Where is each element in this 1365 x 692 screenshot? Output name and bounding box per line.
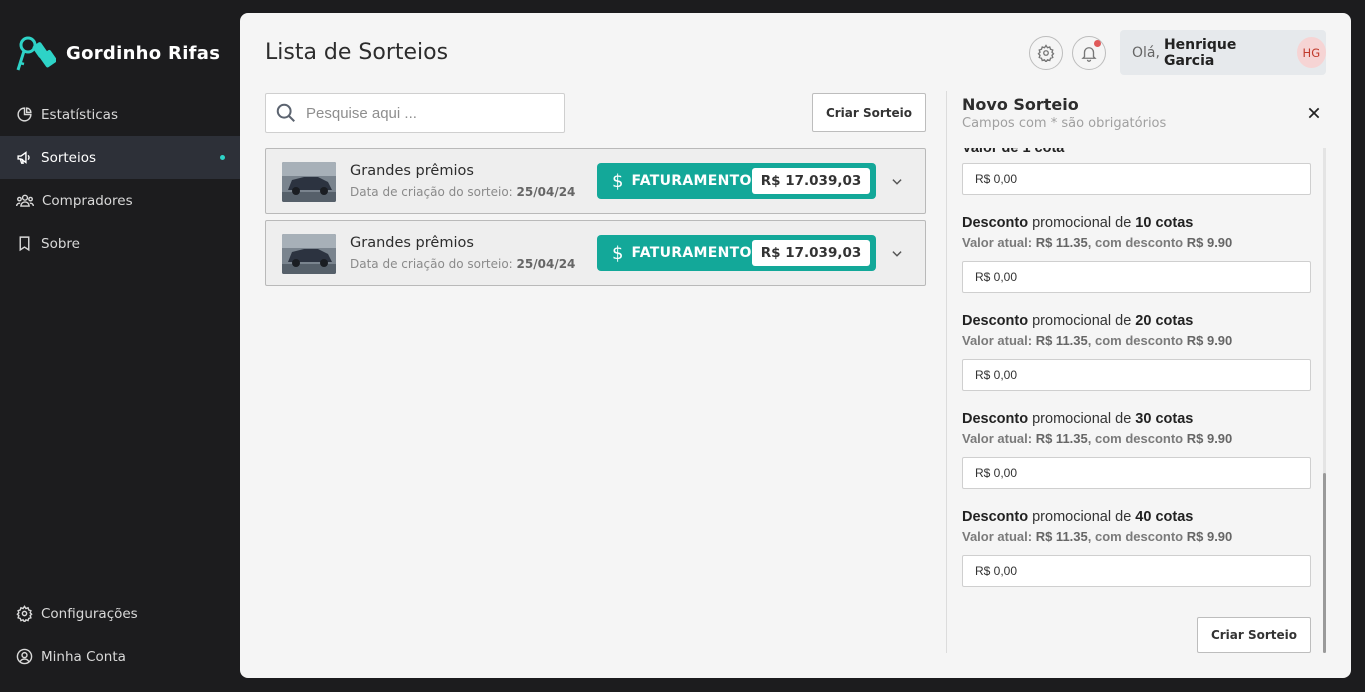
dollar-icon: $ — [612, 170, 624, 192]
header-actions: Olá, Henrique Garcia HG — [1029, 30, 1326, 75]
gear-icon — [16, 605, 33, 622]
sidebar-item-configuracoes[interactable]: Configurações — [0, 592, 240, 635]
sidebar-item-estatisticas[interactable]: Estatísticas — [0, 93, 240, 136]
discount-hint: Valor atual: R$ 11.35, com desconto R$ 9… — [962, 431, 1233, 446]
scrollbar-thumb[interactable] — [1323, 473, 1326, 653]
revenue-value: R$ 17.039,03 — [752, 168, 870, 194]
sidebar-nav: Estatísticas Sorteios Compradores Sobre — [0, 93, 240, 265]
discount-block: Desconto promocional de 40 cotas Valor a… — [962, 509, 1232, 544]
create-raffle-button[interactable]: Criar Sorteio — [812, 93, 926, 132]
form-title: Novo Sorteio — [962, 95, 1079, 114]
sidebar-item-sobre[interactable]: Sobre — [0, 222, 240, 265]
raffle-date: Data de criação do sorteio: 25/04/24 — [350, 257, 575, 271]
panel-divider — [946, 91, 947, 653]
avatar: HG — [1296, 37, 1326, 68]
raffle-date: Data de criação do sorteio: 25/04/24 — [350, 185, 575, 199]
form-scroll-area[interactable]: Valor de 1 cota R$ 0,00 Desconto promoci… — [962, 148, 1322, 653]
raffle-thumbnail — [282, 234, 336, 274]
sidebar-item-sorteios[interactable]: Sorteios — [0, 136, 240, 179]
revenue-badge: $ FATURAMENTO R$ 17.039,03 — [597, 163, 876, 199]
user-greeting: Olá, — [1132, 44, 1160, 61]
raffle-title: Grandes prêmios — [350, 163, 474, 179]
sidebar-item-label: Estatísticas — [41, 106, 118, 123]
settings-button[interactable] — [1029, 35, 1063, 70]
user-menu[interactable]: Olá, Henrique Garcia HG — [1120, 30, 1326, 75]
sidebar-item-label: Minha Conta — [41, 648, 126, 665]
discount-label: Desconto promocional de 40 cotas — [962, 509, 1194, 525]
raffle-title: Grandes prêmios — [350, 235, 474, 251]
discount-hint: Valor atual: R$ 11.35, com desconto R$ 9… — [962, 529, 1233, 544]
raffle-date-label: Data de criação do sorteio: — [350, 185, 513, 199]
sidebar-item-label: Sorteios — [41, 149, 97, 166]
sidebar-item-minha-conta[interactable]: Minha Conta — [0, 635, 240, 678]
megaphone-icon — [16, 149, 33, 166]
pie-chart-icon — [16, 106, 33, 123]
chevron-down-icon[interactable] — [890, 175, 904, 189]
notification-badge — [1094, 39, 1101, 47]
discount-label: Desconto promocional de 20 cotas — [962, 313, 1194, 329]
brand[interactable]: Gordinho Rifas — [16, 34, 220, 72]
discount-hint: Valor atual: R$ 11.35, com desconto R$ 9… — [962, 333, 1233, 348]
discount-block: Desconto promocional de 30 cotas Valor a… — [962, 411, 1232, 446]
user-name: Henrique Garcia — [1163, 36, 1237, 69]
search-box — [265, 93, 565, 133]
keys-logo-icon — [16, 34, 56, 72]
sidebar-item-label: Configurações — [41, 605, 138, 622]
search-icon — [275, 102, 297, 124]
page-title: Lista de Sorteios — [265, 40, 449, 65]
field-label: Valor de 1 cota — [962, 148, 1065, 156]
users-icon — [16, 192, 34, 209]
sidebar-item-label: Sobre — [41, 235, 80, 252]
main-panel: Lista de Sorteios Olá, Henrique Garcia H… — [240, 13, 1351, 678]
sidebar: Gordinho Rifas Estatísticas Sorteios Com… — [0, 0, 240, 692]
notifications-button[interactable] — [1072, 35, 1106, 70]
discount-40-input[interactable]: R$ 0,00 — [962, 555, 1311, 587]
discount-hint: Valor atual: R$ 11.35, com desconto R$ 9… — [962, 235, 1233, 250]
discount-label: Desconto promocional de 30 cotas — [962, 411, 1194, 427]
sidebar-item-compradores[interactable]: Compradores — [0, 179, 240, 222]
discount-block: Desconto promocional de 10 cotas Valor a… — [962, 215, 1232, 250]
user-circle-icon — [16, 648, 33, 665]
discount-30-input[interactable]: R$ 0,00 — [962, 457, 1311, 489]
form-subtitle: Campos com * são obrigatórios — [962, 116, 1167, 131]
revenue-badge: $ FATURAMENTO R$ 17.039,03 — [597, 235, 876, 271]
close-icon[interactable] — [1306, 105, 1322, 121]
discount-20-input[interactable]: R$ 0,00 — [962, 359, 1311, 391]
raffle-date-label: Data de criação do sorteio: — [350, 257, 513, 271]
active-indicator — [220, 155, 225, 160]
discount-block: Desconto promocional de 20 cotas Valor a… — [962, 313, 1232, 348]
search-input[interactable] — [306, 104, 546, 122]
revenue-label: FATURAMENTO — [631, 173, 752, 189]
gear-icon — [1037, 43, 1055, 62]
submit-raffle-button[interactable]: Criar Sorteio — [1197, 617, 1311, 653]
raffle-thumbnail — [282, 162, 336, 202]
raffle-item[interactable]: Grandes prêmios Data de criação do sorte… — [265, 220, 926, 286]
discount-label: Desconto promocional de 10 cotas — [962, 215, 1194, 231]
sidebar-item-label: Compradores — [42, 192, 133, 209]
price-per-ticket-input[interactable]: R$ 0,00 — [962, 163, 1311, 195]
bookmark-icon — [16, 235, 33, 252]
revenue-value: R$ 17.039,03 — [752, 240, 870, 266]
discount-10-input[interactable]: R$ 0,00 — [962, 261, 1311, 293]
dollar-icon: $ — [612, 242, 624, 264]
raffle-item[interactable]: Grandes prêmios Data de criação do sorte… — [265, 148, 926, 214]
chevron-down-icon[interactable] — [890, 247, 904, 261]
sidebar-bottom-nav: Configurações Minha Conta — [0, 592, 240, 678]
raffle-date-value: 25/04/24 — [516, 257, 576, 271]
raffle-date-value: 25/04/24 — [516, 185, 576, 199]
revenue-label: FATURAMENTO — [631, 245, 752, 261]
brand-name: Gordinho Rifas — [66, 42, 221, 64]
